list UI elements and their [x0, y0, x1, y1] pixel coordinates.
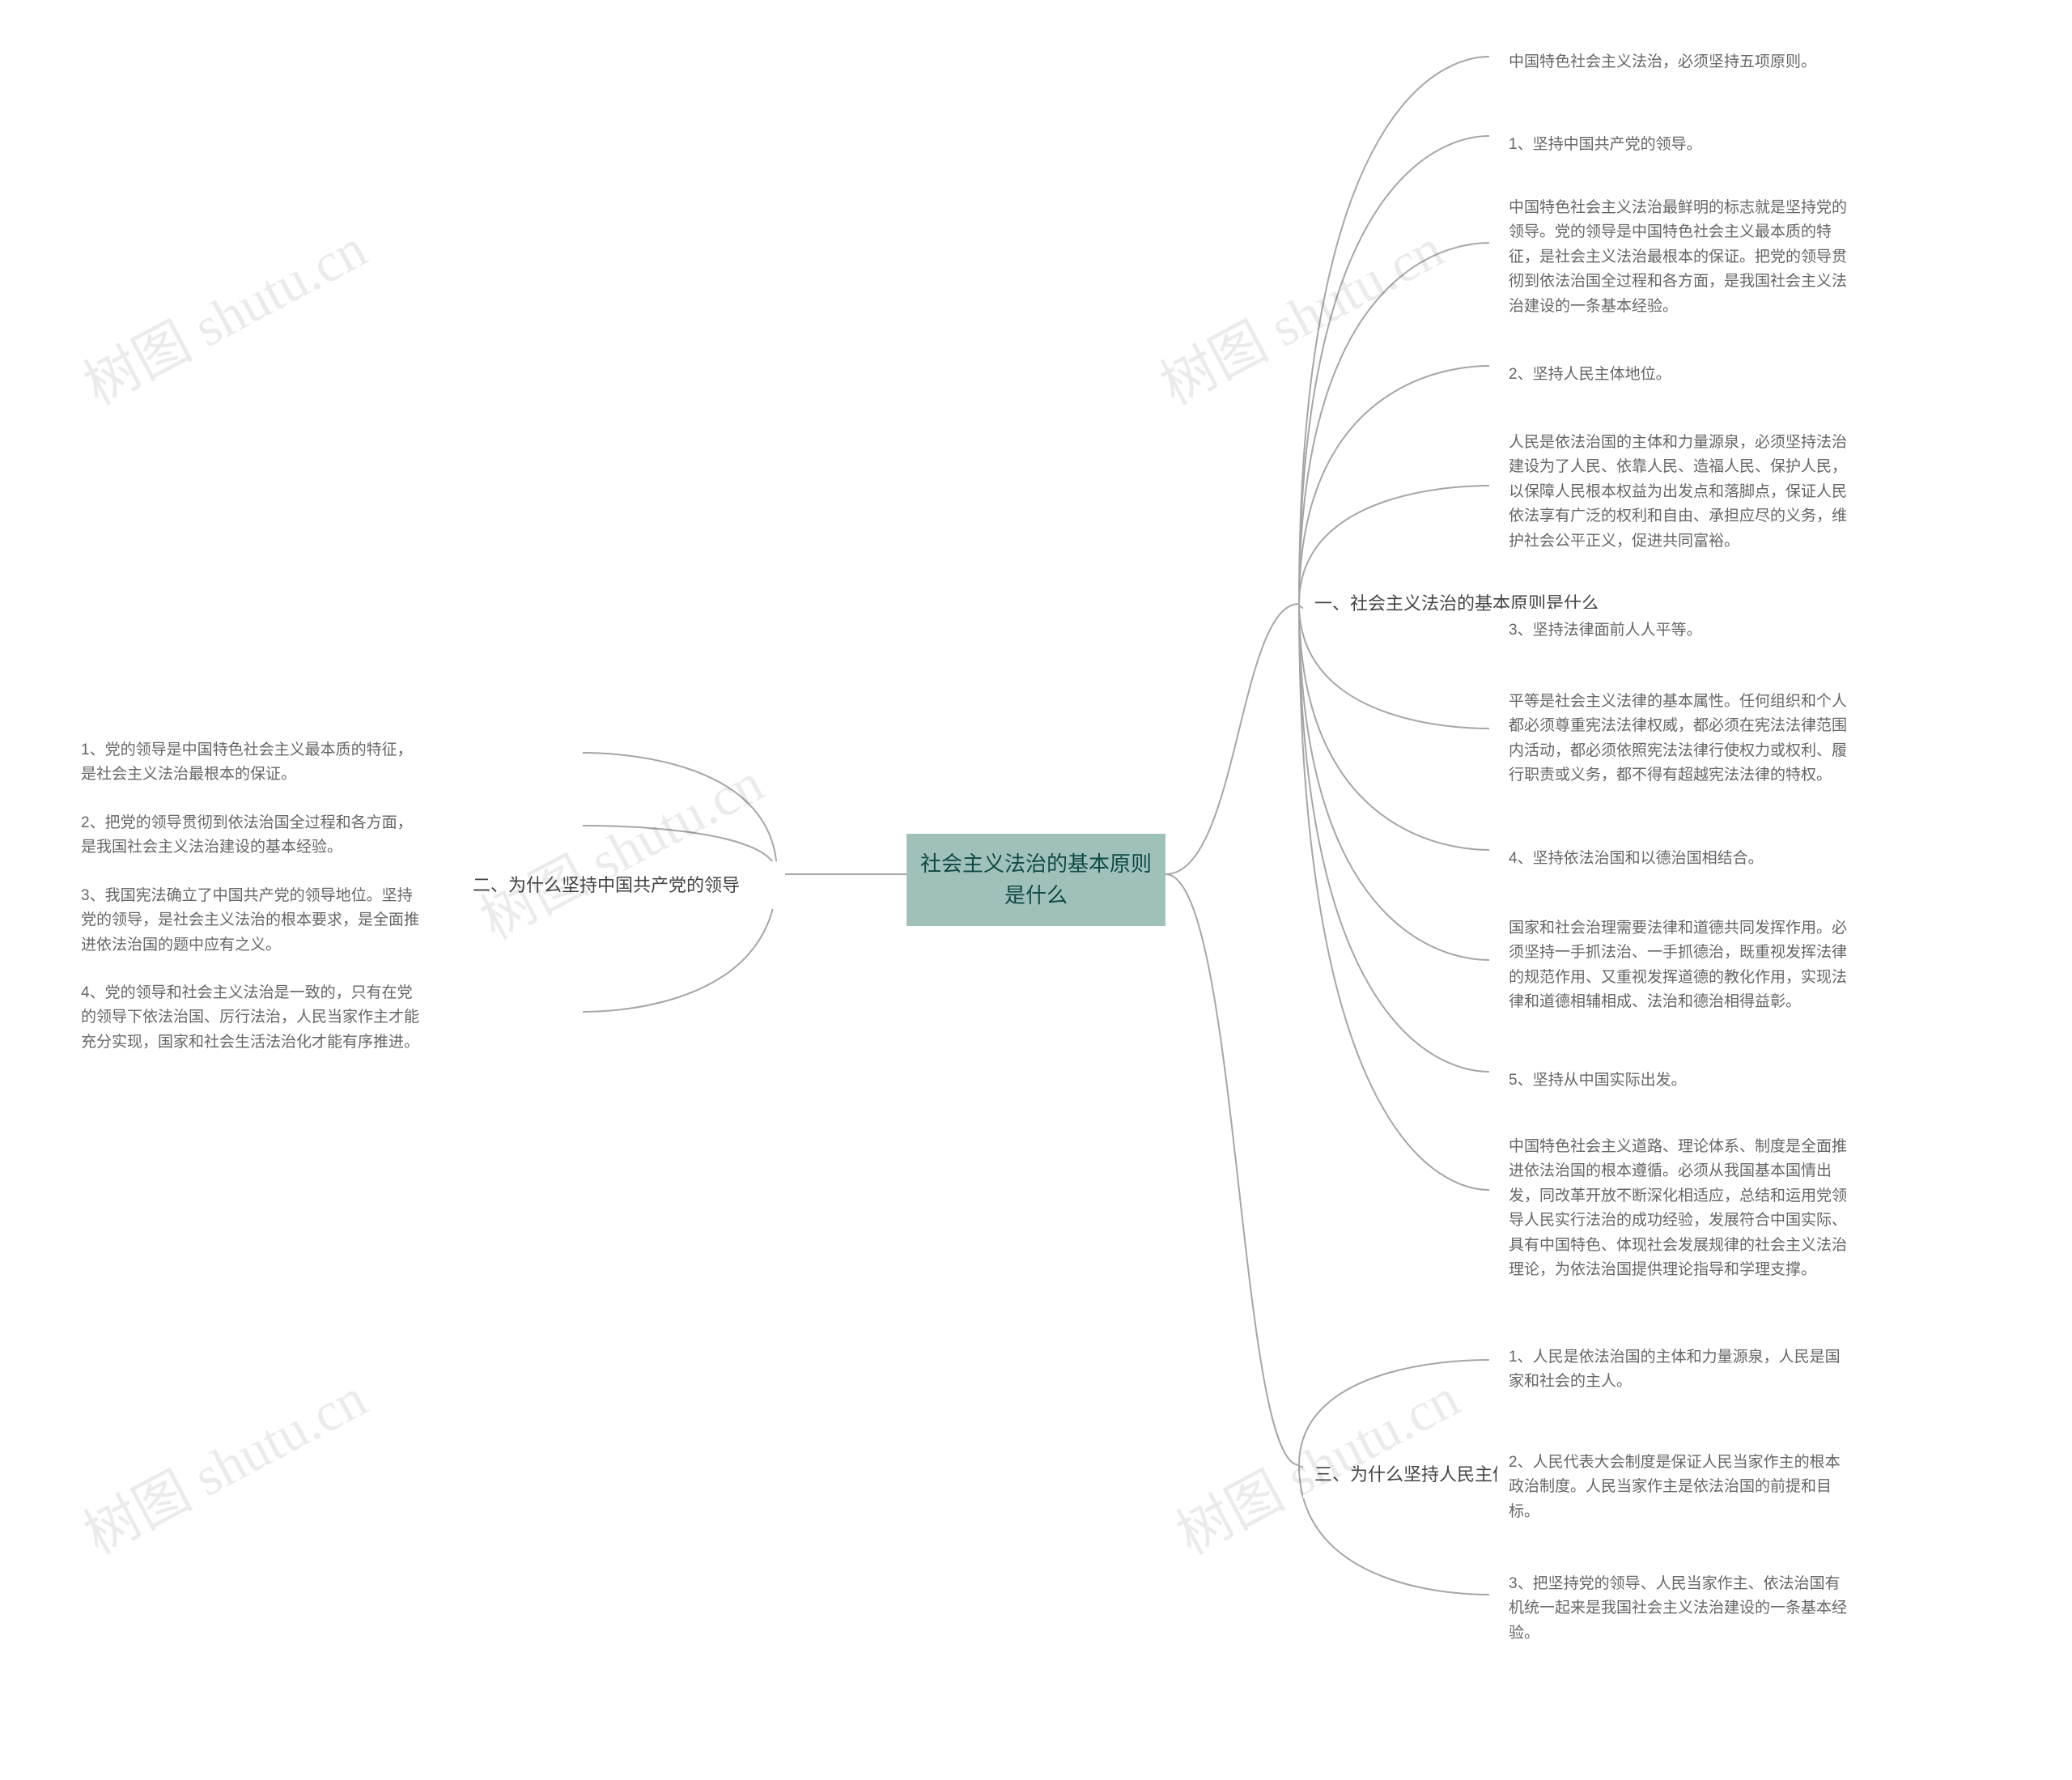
section2-node[interactable]: 二、为什么坚持中国共产党的领导 [461, 861, 785, 909]
watermark-3: 树图 shutu.cn [465, 738, 775, 954]
section1-item-1[interactable]: 1、坚持中国共产党的领导。 [1497, 123, 1862, 167]
section2-title: 二、为什么坚持中国共产党的领导 [473, 875, 740, 895]
section3-item-1[interactable]: 2、人民代表大会制度是保证人民当家作主的根本政治制度。人民当家作主是依法治国的前… [1497, 1441, 1862, 1534]
section1-item-8[interactable]: 国家和社会治理需要法律和道德共同发挥作用。必须坚持一手抓法治、一手抓德治，既重视… [1497, 907, 1862, 1025]
section2-item-1[interactable]: 2、把党的领导贯彻到依法治国全过程和各方面，是我国社会主义法治建设的基本经验。 [70, 801, 434, 870]
section1-item-0[interactable]: 中国特色社会主义法治，必须坚持五项原则。 [1497, 40, 1862, 84]
section1-item-6[interactable]: 平等是社会主义法律的基本属性。任何组织和个人都必须尊重宪法法律权威，都必须在宪法… [1497, 680, 1862, 798]
watermark-4: 树图 shutu.cn [68, 1353, 378, 1570]
section1-item-10[interactable]: 中国特色社会主义道路、理论体系、制度是全面推进依法治国的根本遵循。必须从我国基本… [1497, 1125, 1862, 1292]
section3-item-2[interactable]: 3、把坚持党的领导、人民当家作主、依法治国有机统一起来是我国社会主义法治建设的一… [1497, 1562, 1862, 1655]
section1-item-3[interactable]: 2、坚持人民主体地位。 [1497, 353, 1862, 397]
section1-item-5[interactable]: 3、坚持法律面前人人平等。 [1497, 609, 1862, 652]
section1-item-2[interactable]: 中国特色社会主义法治最鲜明的标志就是坚持党的领导。党的领导是中国特色社会主义最本… [1497, 186, 1862, 329]
watermark-1: 树图 shutu.cn [68, 204, 378, 420]
section2-item-0[interactable]: 1、党的领导是中国特色社会主义最本质的特征，是社会主义法治最根本的保证。 [70, 729, 434, 797]
root-node[interactable]: 社会主义法治的基本原则是什么 [906, 834, 1166, 926]
watermark-2: 树图 shutu.cn [1144, 204, 1454, 420]
section3-item-0[interactable]: 1、人民是依法治国的主体和力量源泉，人民是国家和社会的主人。 [1497, 1336, 1862, 1404]
section2-item-2[interactable]: 3、我国宪法确立了中国共产党的领导地位。坚持党的领导，是社会主义法治的根本要求，… [70, 874, 434, 967]
section2-item-3[interactable]: 4、党的领导和社会主义法治是一致的，只有在党的领导下依法治国、厉行法治，人民当家… [70, 971, 434, 1064]
section1-item-4[interactable]: 人民是依法治国的主体和力量源泉，必须坚持法治建设为了人民、依靠人民、造福人民、保… [1497, 421, 1862, 563]
root-title: 社会主义法治的基本原则是什么 [920, 852, 1152, 907]
section1-item-9[interactable]: 5、坚持从中国实际出发。 [1497, 1059, 1862, 1102]
section1-item-7[interactable]: 4、坚持依法治国和以德治国相结合。 [1497, 837, 1862, 881]
